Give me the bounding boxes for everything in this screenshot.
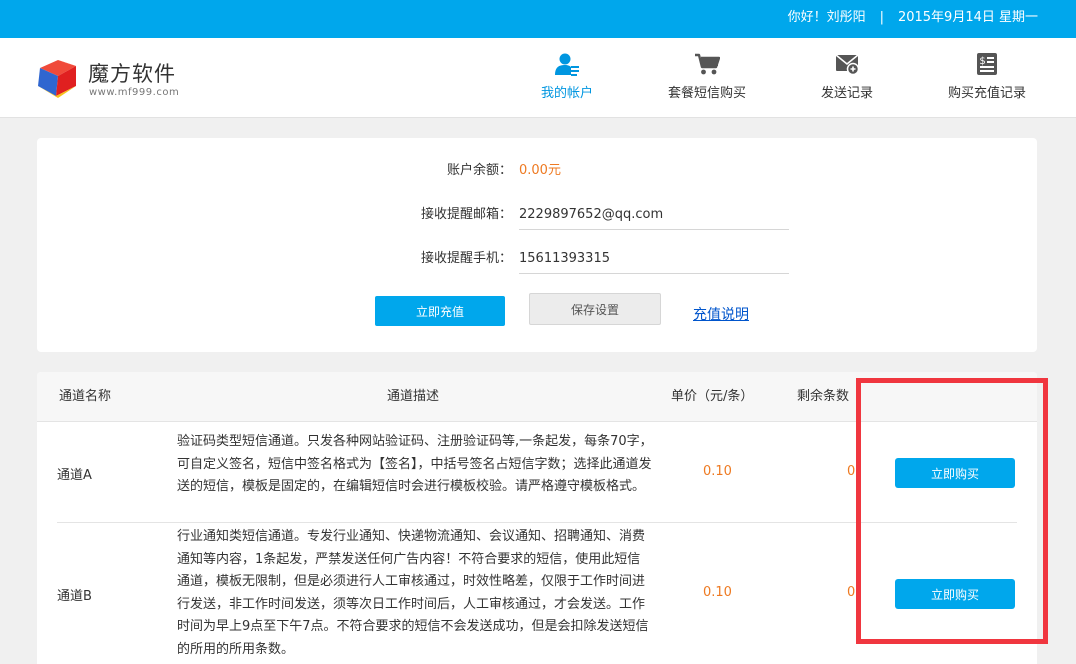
top-bar: 你好！刘彤阳 | 2015年9月14日 星期一 bbox=[0, 0, 1076, 38]
account-settings-card: 账户余额： 0.00元 接收提醒邮箱： 接收提醒手机： 立即充值 保存设置 充值… bbox=[37, 138, 1037, 352]
channel-remaining: 0 bbox=[847, 464, 856, 479]
channel-name: 通道A bbox=[57, 468, 92, 483]
user-greeting-bar: 你好！刘彤阳 | 2015年9月14日 星期一 bbox=[788, 0, 1038, 36]
nav-send-records[interactable]: 发送记录 bbox=[812, 52, 882, 104]
channel-price: 0.10 bbox=[703, 585, 732, 600]
channel-desc: 验证码类型短信通道。只发各种网站验证码、注册验证码等,一条起发，每条70字，可自… bbox=[177, 434, 653, 494]
nav-recharge-records-label: 购买充值记录 bbox=[947, 86, 1026, 101]
header: 魔方软件 www.mf999.com 我的帐户 套餐短信购买 发送记录 $ 购买… bbox=[0, 38, 1076, 118]
table-row: 通道B 行业通知类短信通道。专发行业通知、快递物流通知、会议通知、招聘通知、消费… bbox=[57, 524, 1017, 658]
channel-remaining: 0 bbox=[847, 585, 856, 600]
balance-value: 0.00元 bbox=[519, 163, 561, 178]
recharge-now-button[interactable]: 立即充值 bbox=[375, 296, 505, 326]
channel-table: 通道名称 通道描述 单价（元/条） 剩余条数 通道A 验证码类型短信通道。只发各… bbox=[37, 372, 1037, 664]
channel-name: 通道B bbox=[57, 589, 92, 604]
svg-text:$: $ bbox=[979, 56, 985, 67]
header-unit-price: 单价（元/条） bbox=[671, 389, 754, 404]
logo-url: www.mf999.com bbox=[89, 87, 180, 98]
phone-label: 接收提醒手机： bbox=[420, 251, 512, 266]
date-text: 2015年9月14日 星期一 bbox=[897, 10, 1038, 25]
logo[interactable]: 魔方软件 www.mf999.com bbox=[36, 54, 196, 104]
balance-row: 账户余额： 0.00元 bbox=[37, 156, 1037, 186]
channel-price: 0.10 bbox=[703, 464, 732, 479]
email-label: 接收提醒邮箱： bbox=[420, 207, 512, 222]
table-row: 通道A 验证码类型短信通道。只发各种网站验证码、注册验证码等,一条起发，每条70… bbox=[57, 423, 1017, 523]
reminder-email-input[interactable] bbox=[519, 200, 789, 230]
greeting-text: 你好！刘彤阳 bbox=[787, 10, 866, 25]
nav-package-sms-purchase[interactable]: 套餐短信购买 bbox=[660, 52, 754, 104]
user-account-icon bbox=[555, 53, 579, 76]
buy-now-button-b[interactable]: 立即购买 bbox=[895, 579, 1015, 609]
shopping-cart-icon bbox=[695, 53, 720, 75]
table-header: 通道名称 通道描述 单价（元/条） 剩余条数 bbox=[37, 372, 1037, 422]
rubiks-cube-logo-icon bbox=[38, 60, 76, 98]
nav-package-sms-purchase-label: 套餐短信购买 bbox=[667, 86, 746, 101]
nav-send-records-label: 发送记录 bbox=[820, 86, 873, 101]
nav-my-account[interactable]: 我的帐户 bbox=[532, 52, 602, 104]
reminder-phone-input[interactable] bbox=[519, 244, 789, 274]
phone-row: 接收提醒手机： bbox=[37, 244, 1037, 274]
channel-desc: 行业通知类短信通道。专发行业通知、快递物流通知、会议通知、招聘通知、消费通知等内… bbox=[177, 529, 649, 657]
header-remaining: 剩余条数 bbox=[797, 389, 850, 404]
envelope-icon bbox=[835, 54, 860, 76]
separator: | bbox=[879, 10, 884, 25]
dollar-receipt-icon: $ bbox=[977, 53, 997, 75]
nav-recharge-records[interactable]: $ 购买充值记录 bbox=[940, 52, 1034, 104]
recharge-help-link[interactable]: 充值说明 bbox=[693, 304, 749, 324]
buy-now-button-a[interactable]: 立即购买 bbox=[895, 458, 1015, 488]
email-row: 接收提醒邮箱： bbox=[37, 200, 1037, 230]
nav-my-account-label: 我的帐户 bbox=[540, 86, 593, 101]
logo-name: 魔方软件 bbox=[88, 62, 176, 86]
header-channel-name: 通道名称 bbox=[59, 389, 112, 404]
save-settings-button[interactable]: 保存设置 bbox=[529, 293, 661, 325]
balance-label: 账户余额： bbox=[446, 163, 512, 178]
header-channel-desc: 通道描述 bbox=[387, 389, 440, 404]
